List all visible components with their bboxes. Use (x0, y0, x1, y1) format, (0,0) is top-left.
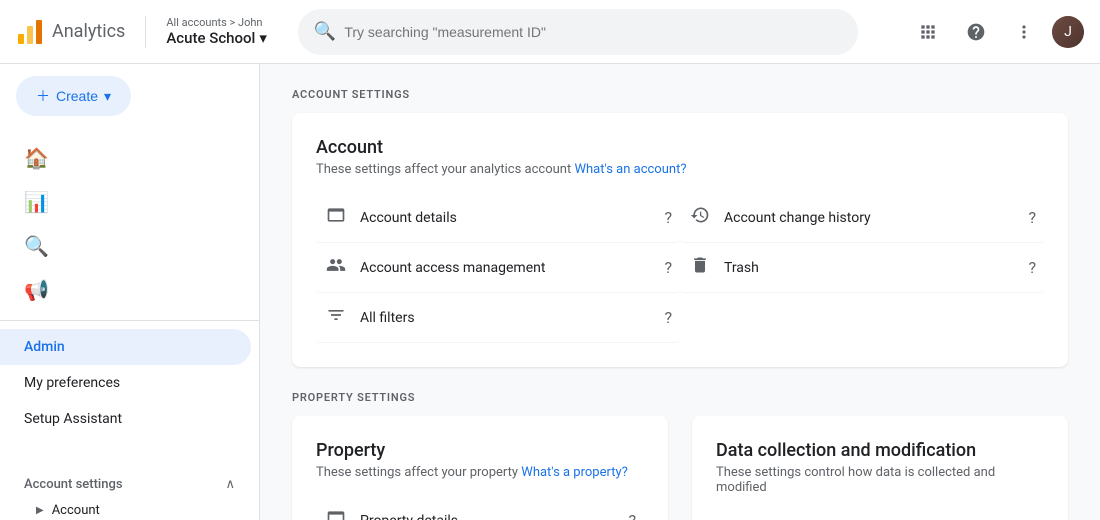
sidebar-item-admin[interactable]: Admin (0, 329, 251, 365)
breadcrumb: All accounts > John Acute School ▾ (166, 16, 267, 47)
account-access-icon (324, 255, 348, 280)
trash-help-icon[interactable]: ? (1028, 258, 1036, 277)
account-details-help-icon[interactable]: ? (664, 208, 672, 227)
account-right-col: Account change history ? Trash ? (680, 193, 1044, 343)
property-card-subtitle: These settings affect your property What… (316, 465, 644, 480)
nav-icons: J (908, 12, 1084, 52)
help-icon (966, 22, 986, 42)
account-card: Account These settings affect your analy… (292, 113, 1068, 367)
sidebar-item-advertising[interactable]: 📢 (0, 268, 251, 312)
search-input[interactable] (344, 24, 842, 40)
avatar[interactable]: J (1052, 16, 1084, 48)
all-filters-label: All filters (360, 310, 652, 326)
logo: Analytics (16, 18, 125, 46)
account-left-col: Account details ? Account access managem… (316, 193, 680, 343)
sidebar-item-home[interactable]: 🏠 (0, 136, 251, 180)
property-details-icon (324, 508, 348, 520)
admin-label: Admin (24, 339, 65, 355)
data-collection-card-subtitle: These settings control how data is colle… (716, 465, 1044, 495)
sidebar-admin-section: Admin My preferences Setup Assistant (0, 321, 259, 445)
create-dropdown-icon: ▾ (104, 88, 111, 105)
account-details-icon (324, 205, 348, 230)
account-section-label: ACCOUNT SETTINGS (292, 88, 1068, 101)
account-settings-header[interactable]: Account settings ∧ (16, 469, 243, 496)
nav-divider (145, 16, 146, 48)
sidebar-item-preferences[interactable]: My preferences (0, 365, 251, 401)
more-icon (1014, 22, 1034, 42)
property-details-item[interactable]: Property details ? (316, 496, 644, 520)
all-filters-icon (324, 305, 348, 330)
create-button[interactable]: ＋ Create ▾ (16, 76, 131, 116)
account-history-label: Account change history (724, 210, 1016, 226)
property-section-label: PROPERTY SETTINGS (292, 391, 1068, 404)
account-access-item[interactable]: Account access management ? (316, 243, 680, 293)
breadcrumb-account[interactable]: Acute School ▾ (166, 29, 267, 47)
property-details-label: Property details (360, 513, 616, 520)
setup-label: Setup Assistant (24, 411, 122, 427)
trash-label: Trash (724, 260, 1016, 276)
reports-icon: 📊 (24, 190, 49, 214)
main-layout: ＋ Create ▾ 🏠 📊 🔍 📢 Admin (0, 64, 1100, 520)
search-bar[interactable]: 🔍 (298, 9, 858, 55)
sidebar-top: ＋ Create ▾ (0, 64, 259, 128)
chevron-up-icon: ∧ (225, 477, 235, 492)
app-name: Analytics (52, 21, 125, 42)
account-history-item[interactable]: Account change history ? (680, 193, 1044, 243)
plus-icon: ＋ (36, 86, 50, 106)
main-content: ACCOUNT SETTINGS Account These settings … (260, 64, 1100, 520)
trash-icon (688, 255, 712, 280)
account-details-label: Account details (360, 210, 652, 226)
account-access-label: Account access management (360, 260, 652, 276)
search-icon: 🔍 (314, 21, 336, 42)
help-button[interactable] (956, 12, 996, 52)
whats-a-property-link[interactable]: What's a property? (521, 465, 627, 480)
sidebar-item-reports[interactable]: 📊 (0, 180, 251, 224)
home-icon: 🏠 (24, 146, 49, 170)
sidebar: ＋ Create ▾ 🏠 📊 🔍 📢 Admin (0, 64, 260, 520)
account-access-help-icon[interactable]: ? (664, 258, 672, 277)
sidebar-nav-icons: 🏠 📊 🔍 📢 (0, 128, 259, 321)
whats-an-account-link[interactable]: What's an account? (574, 162, 686, 177)
account-history-icon (688, 205, 712, 230)
sidebar-item-account[interactable]: ▶ Account (16, 496, 243, 520)
property-card-title: Property (316, 440, 644, 461)
more-button[interactable] (1004, 12, 1044, 52)
account-card-subtitle: These settings affect your analytics acc… (316, 162, 1044, 177)
analytics-logo-icon (16, 18, 44, 46)
advertising-icon: 📢 (24, 278, 49, 302)
sidebar-item-setup[interactable]: Setup Assistant (0, 401, 251, 437)
account-card-title: Account (316, 137, 1044, 158)
sidebar-item-explore[interactable]: 🔍 (0, 224, 251, 268)
all-filters-item[interactable]: All filters ? (316, 293, 680, 343)
breadcrumb-top: All accounts > John (166, 16, 267, 29)
data-streams-item[interactable]: Data streams ? (716, 511, 1044, 520)
apps-icon (918, 22, 938, 42)
data-collection-card: Data collection and modification These s… (692, 416, 1068, 520)
account-details-item[interactable]: Account details ? (316, 193, 680, 243)
apps-button[interactable] (908, 12, 948, 52)
account-card-grid: Account details ? Account access managem… (316, 193, 1044, 343)
preferences-label: My preferences (24, 375, 120, 391)
account-history-help-icon[interactable]: ? (1028, 208, 1036, 227)
trash-item[interactable]: Trash ? (680, 243, 1044, 293)
property-details-help-icon[interactable]: ? (628, 511, 636, 520)
arrow-right-icon: ▶ (36, 505, 44, 516)
property-two-col: Property These settings affect your prop… (292, 416, 1068, 520)
account-settings-section: Account settings ∧ ▶ Account (0, 461, 259, 520)
top-navigation: Analytics All accounts > John Acute Scho… (0, 0, 1100, 64)
data-collection-card-title: Data collection and modification (716, 440, 1044, 461)
explore-icon: 🔍 (24, 234, 49, 258)
property-card: Property These settings affect your prop… (292, 416, 668, 520)
all-filters-help-icon[interactable]: ? (664, 308, 672, 327)
